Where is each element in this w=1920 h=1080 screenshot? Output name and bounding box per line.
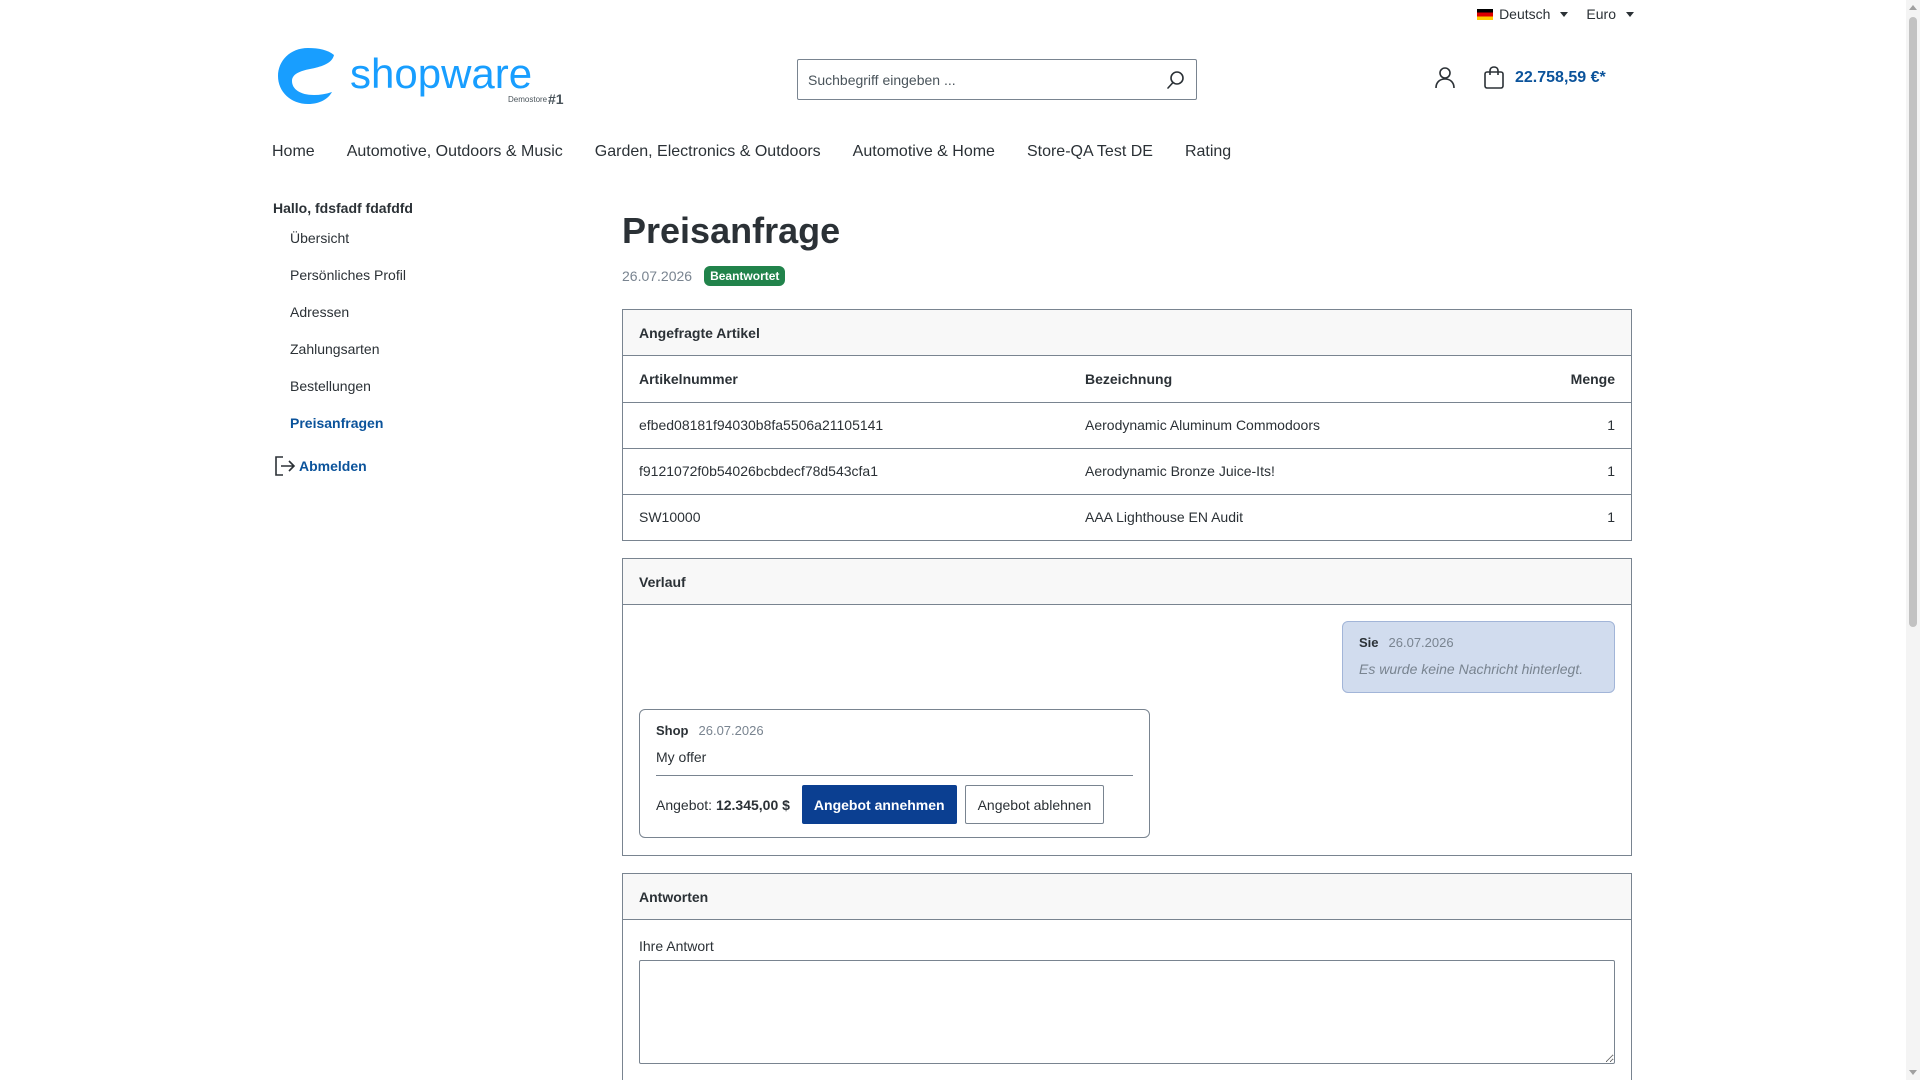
sidebar-item-profile: Persönliches Profil — [273, 266, 573, 303]
account-sidebar: Hallo, fdsfadf fdafdfd Übersicht Persönl… — [273, 200, 573, 477]
article-description: Aerodynamic Bronze Juice-Its! — [1069, 448, 1507, 495]
history-card: Verlauf Sie 26.07.2026 Es wurde keine Nac… — [622, 558, 1632, 856]
sidebar-item-addresses: Adressen — [273, 303, 573, 340]
main-navigation: Home Automotive, Outdoors & Music Garden… — [272, 143, 1231, 161]
accept-offer-button[interactable]: Angebot annehmen — [801, 785, 957, 824]
reply-card: Antworten Ihre Antwort — [622, 873, 1632, 1080]
user-icon — [1435, 67, 1455, 89]
shopware-logo-mark — [278, 48, 334, 104]
sidebar-link-orders[interactable]: Bestellungen — [290, 378, 371, 394]
table-row: f9121072f0b54026bcbdecf78d543cfa1 Aerody… — [623, 448, 1631, 495]
greeting: Hallo, fdsfadf fdafdfd — [273, 200, 413, 216]
sidebar-item-payment-methods: Zahlungsarten — [273, 340, 573, 377]
cart-button[interactable]: 22.758,59 €* — [1483, 66, 1606, 90]
logo-badge: #1 — [548, 91, 564, 107]
sidebar-item-orders: Bestellungen — [273, 377, 573, 414]
logo-wordmark: shopware — [350, 50, 532, 97]
sidebar-item-overview: Übersicht — [273, 229, 573, 266]
logo-sub: Demostore — [508, 95, 548, 104]
customer-message: Sie 26.07.2026 Es wurde keine Nachricht h… — [1342, 621, 1615, 693]
reply-textarea[interactable] — [639, 960, 1615, 1064]
scrollbar-thumb[interactable] — [1909, 17, 1917, 627]
nav-item-home[interactable]: Home — [272, 143, 315, 161]
nav-item-automotive-home[interactable]: Automotive & Home — [853, 143, 995, 161]
request-meta: 26.07.2026 Beantwortet — [622, 266, 1632, 286]
nav-item-rating[interactable]: Rating — [1185, 143, 1231, 161]
article-number: SW10000 — [639, 509, 701, 526]
decline-offer-button[interactable]: Angebot ablehnen — [964, 785, 1105, 824]
logout-icon — [275, 456, 296, 476]
message-text: Es wurde keine Nachricht hinterlegt. — [1359, 661, 1584, 677]
currency-switcher[interactable]: Euro — [1586, 6, 1634, 22]
message-date: 26.07.2026 — [1388, 635, 1454, 650]
article-number: f9121072f0b54026bcbdecf78d543cfa1 — [623, 448, 1069, 495]
offer-row: Angebot: 12.345,00 $ Angebot annehmen An… — [656, 785, 1133, 824]
history-thread: Sie 26.07.2026 Es wurde keine Nachricht h… — [623, 605, 1631, 855]
article-description: Aerodynamic Aluminum Commodoors — [1069, 402, 1507, 449]
table-header-row: Artikelnummer Bezeichnung Menge — [623, 356, 1631, 403]
message-author: Shop — [656, 723, 689, 738]
article-description: AAA Lighthouse EN Audit — [1085, 509, 1243, 526]
shopware-logo[interactable]: shopware Demostore #1 — [276, 42, 576, 112]
column-header-quantity: Menge — [1506, 356, 1631, 403]
shopping-bag-icon — [1484, 66, 1504, 89]
sidebar-link-quote-requests[interactable]: Preisanfragen — [290, 415, 383, 431]
column-header-article-number: Artikelnummer — [623, 356, 1069, 403]
main-content: Preisanfrage 26.07.2026 Beantwortet Ange… — [622, 210, 1632, 1080]
reply-form: Ihre Antwort — [623, 920, 1631, 1080]
chevron-down-icon — [1560, 11, 1569, 17]
language-switcher[interactable]: Deutsch — [1477, 6, 1569, 22]
top-bar: Deutsch Euro — [1477, 6, 1634, 22]
article-number: efbed08181f94030b8fa5506a21105141 — [623, 402, 1069, 449]
scroll-up-arrow[interactable] — [1909, 5, 1917, 10]
scroll-down-arrow[interactable] — [1909, 1070, 1917, 1075]
offer-label-text: Angebot: — [656, 796, 713, 813]
chevron-down-icon — [1626, 11, 1634, 17]
search-bar — [797, 59, 1197, 100]
sidebar-link-addresses[interactable]: Adressen — [290, 304, 349, 320]
article-quantity: 1 — [1506, 448, 1631, 495]
article-quantity: 1 — [1506, 402, 1631, 449]
currency-label: Euro — [1586, 6, 1616, 22]
cart-total: 22.758,59 €* — [1515, 69, 1606, 86]
page-scrollbar[interactable] — [1906, 0, 1920, 1080]
logout-link[interactable]: Abmelden — [273, 455, 573, 477]
search-button[interactable] — [1156, 60, 1196, 99]
articles-table: Artikelnummer Bezeichnung Menge efbed081… — [623, 356, 1631, 540]
history-header: Verlauf — [623, 559, 1631, 605]
requested-articles-card: Angefragte Artikel Artikelnummer Bezeich… — [622, 309, 1632, 541]
account-button[interactable] — [1434, 66, 1456, 94]
reply-label: Ihre Antwort — [639, 938, 714, 954]
article-quantity: 1 — [1607, 509, 1615, 526]
offer-label: Angebot: 12.345,00 $ — [656, 797, 790, 813]
sidebar-link-payment-methods[interactable]: Zahlungsarten — [290, 341, 380, 357]
page-title: Preisanfrage — [622, 210, 841, 251]
shop-message: Shop 26.07.2026 My offer Angebot: 12.345,… — [639, 709, 1150, 838]
requested-articles-header: Angefragte Artikel — [623, 310, 1631, 356]
language-label: Deutsch — [1499, 6, 1551, 22]
search-icon — [1167, 70, 1184, 89]
nav-item-store-qa-test[interactable]: Store-QA Test DE — [1027, 143, 1153, 161]
offer-value: 12.345,00 $ — [715, 796, 790, 813]
german-flag-icon — [1477, 8, 1494, 20]
message-date: 26.07.2026 — [698, 723, 764, 738]
message-text: My offer — [656, 749, 1133, 776]
message-author: Sie — [1359, 635, 1379, 650]
nav-item-garden-electronics-outdoors[interactable]: Garden, Electronics & Outdoors — [595, 143, 821, 161]
request-date: 26.07.2026 — [622, 268, 693, 284]
search-input[interactable] — [798, 60, 1156, 99]
column-header-description: Bezeichnung — [1069, 356, 1507, 403]
sidebar-link-overview[interactable]: Übersicht — [290, 230, 349, 246]
nav-item-automotive-outdoors-music[interactable]: Automotive, Outdoors & Music — [347, 143, 563, 161]
sidebar-item-quote-requests: Preisanfragen — [273, 414, 573, 451]
reply-header: Antworten — [623, 874, 1631, 920]
status-badge: Beantwortet — [704, 266, 786, 286]
table-row: SW10000 AAA Lighthouse EN Audit 1 — [623, 494, 1631, 540]
table-row: efbed08181f94030b8fa5506a21105141 Aerody… — [623, 402, 1631, 449]
logout-label: Abmelden — [299, 458, 367, 474]
sidebar-link-profile[interactable]: Persönliches Profil — [290, 267, 406, 283]
